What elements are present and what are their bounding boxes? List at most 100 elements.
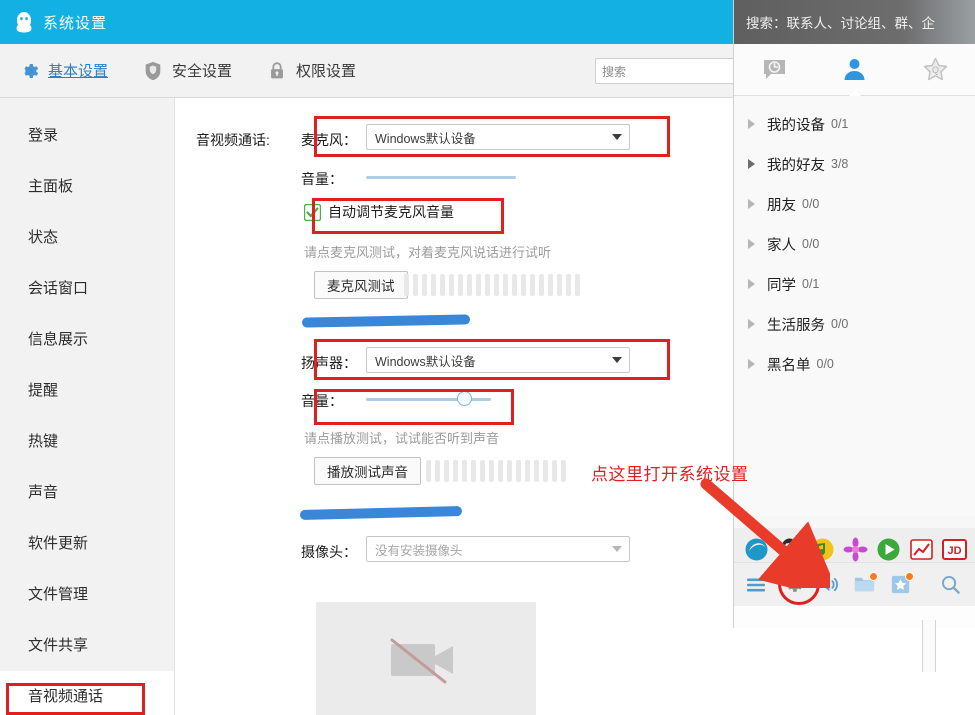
bookmark-star-icon[interactable] [888,571,914,597]
sidebar-item-status[interactable]: 状态 [0,212,174,263]
camera-field-label: 摄像头： [301,544,357,560]
group-count: 0/0 [802,197,820,211]
search-icon[interactable] [938,573,962,597]
group-row-my-devices[interactable]: 我的设备 0/1 [734,104,975,144]
group-row-my-friends[interactable]: 我的好友 3/8 [734,144,975,184]
chevron-right-icon [748,279,755,289]
microphone-device-select[interactable]: Windows默认设备 [366,124,630,150]
camera-preview-area [316,602,536,715]
chevron-right-icon [748,359,755,369]
sidebar-item-login[interactable]: 登录 [0,110,174,161]
microphone-hint: 请点麦克风测试，对着麦克风说话进行试听 [304,245,552,260]
sidebar-item-chat-window[interactable]: 会话窗口 [0,263,174,314]
microphone-field-label: 麦克风： [301,132,357,148]
svg-text:Q: Q [932,65,939,75]
tab-permission-settings-label: 权限设置 [296,63,357,80]
group-name: 黑名单 [767,357,811,374]
sidebar-item-file-sharing[interactable]: 文件共享 [0,620,174,671]
speaker-volume-label: 音量： [301,393,343,409]
sidebar-item-label: 会话窗口 [28,280,89,297]
group-count: 0/1 [802,277,820,291]
microphone-test-button[interactable]: 麦克风测试 [314,271,408,299]
settings-search-input[interactable]: 搜索 [595,58,745,84]
chevron-down-icon [612,134,622,140]
chevron-right-icon [748,239,755,249]
qq-search-placeholder: 搜索：联系人、讨论组、群、企 [746,16,935,31]
speaker-level-meter [426,460,566,482]
microphone-level-meter [404,274,580,296]
annotation-label: 点这里打开系统设置 [591,465,749,484]
group-row-blacklist[interactable]: 黑名单 0/0 [734,344,975,384]
chevron-right-icon [748,319,755,329]
section-label-av-call: 音视频通话: [196,132,270,148]
sidebar-item-reminder[interactable]: 提醒 [0,365,174,416]
group-count: 0/1 [831,117,849,131]
browser-icon[interactable] [744,537,769,562]
system-settings-window: 系统设置 基本设置 安全设置 权限设置 搜索 登录 主面板 状态 会话窗口 信息… [0,0,763,715]
sidebar-item-label: 文件管理 [28,586,89,603]
sidebar-item-sound[interactable]: 声音 [0,467,174,518]
speaker-hint: 请点播放测试，试试能否听到声音 [304,431,500,446]
speaker-device-select[interactable]: Windows默认设备 [366,347,630,373]
lock-icon [271,61,283,78]
stock-app-icon[interactable] [909,537,934,562]
group-row-family[interactable]: 家人 0/0 [734,224,975,264]
qq-bottom-toolbar [734,562,975,606]
tab-security-settings-label: 安全设置 [172,63,233,80]
speaker-volume-slider[interactable] [366,391,491,407]
group-name: 同学 [767,277,796,294]
sidebar-item-hotkeys[interactable]: 热键 [0,416,174,467]
slider-thumb[interactable] [456,391,472,406]
tab-messages[interactable] [739,44,809,96]
sidebar-item-av-call[interactable]: 音视频通话 [0,671,174,715]
video-player-icon[interactable] [876,537,901,562]
tab-security-settings[interactable]: 安全设置 [124,44,248,98]
auto-gain-checkbox[interactable]: 自动调节麦克风音量 [304,202,454,222]
sidebar-item-label: 登录 [28,127,59,144]
qq-penguin-app-icon[interactable] [777,537,802,562]
sidebar-item-label: 音视频通话 [28,688,104,705]
qq-music-icon[interactable] [810,537,835,562]
qq-penguin-icon [16,12,32,33]
settings-sidebar: 登录 主面板 状态 会话窗口 信息展示 提醒 热键 声音 软件更新 文件管理 文… [0,98,175,715]
qq-panel-footer [734,606,975,628]
camera-device-select[interactable]: 没有安装摄像头 [366,536,630,562]
hamburger-menu-icon[interactable] [744,573,768,597]
microphone-volume-label: 音量： [301,171,343,187]
speaker-test-button[interactable]: 播放测试声音 [314,457,421,485]
qq-search-input[interactable]: 搜索：联系人、讨论组、群、企 [734,0,975,44]
chevron-right-icon [748,159,755,169]
notification-badge [869,571,878,581]
message-bubble-icon [763,60,785,79]
tab-basic-settings[interactable]: 基本设置 [0,44,124,98]
group-count: 3/8 [831,157,849,171]
sidebar-item-label: 信息展示 [28,331,89,348]
sidebar-item-info-display[interactable]: 信息展示 [0,314,174,365]
group-name: 朋友 [767,197,796,214]
sidebar-item-label: 声音 [28,484,59,501]
notification-badge [905,571,914,581]
group-row-classmates[interactable]: 同学 0/1 [734,264,975,304]
speaker-icon[interactable] [816,573,840,597]
sidebar-item-file-management[interactable]: 文件管理 [0,569,174,620]
speaker-device-value: Windows默认设备 [375,354,476,369]
flower-app-icon[interactable] [843,537,868,562]
jd-shop-icon[interactable]: JD [942,537,967,562]
group-row-life-services[interactable]: 生活服务 0/0 [734,304,975,344]
group-name: 生活服务 [767,317,825,334]
group-name: 家人 [767,237,796,254]
speaker-field-label: 扬声器： [301,355,357,371]
group-row-friends[interactable]: 朋友 0/0 [734,184,975,224]
svg-text:JD: JD [947,545,961,557]
tab-permission-settings[interactable]: 权限设置 [248,44,372,98]
folder-icon[interactable] [852,571,878,597]
tab-contacts[interactable] [820,44,890,97]
microphone-volume-slider[interactable] [366,169,516,185]
tab-groups[interactable]: Q [901,44,971,96]
sidebar-item-software-update[interactable]: 软件更新 [0,518,174,569]
gear-icon[interactable] [780,573,804,597]
sidebar-item-main-panel[interactable]: 主面板 [0,161,174,212]
settings-search-text: 搜索 [602,64,627,79]
window-title: 系统设置 [43,14,108,32]
chevron-right-icon [748,119,755,129]
